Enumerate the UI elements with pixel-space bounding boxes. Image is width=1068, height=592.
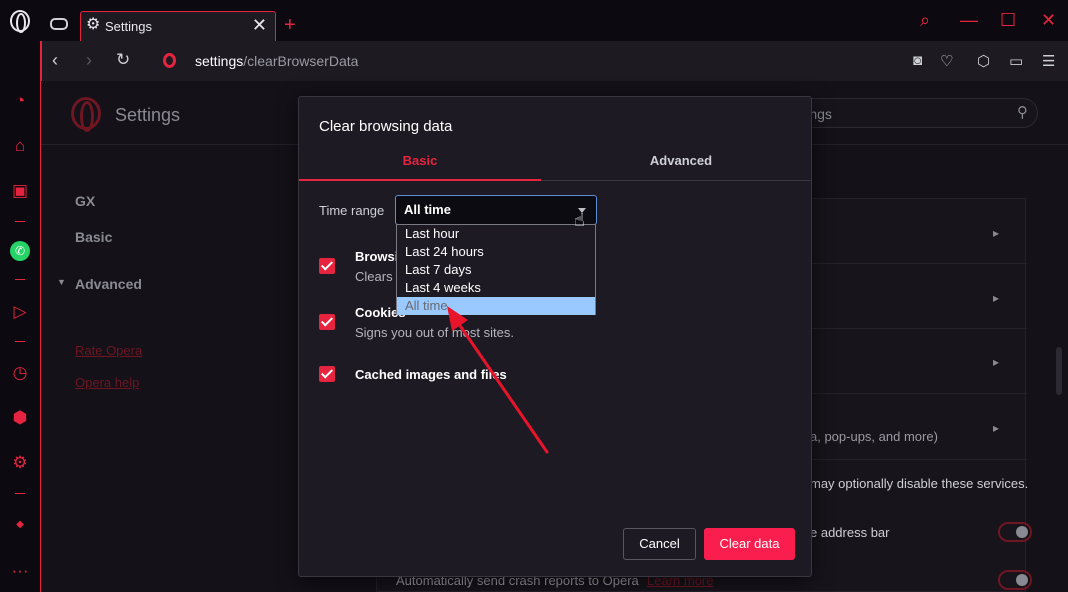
sidebar-separator (15, 279, 25, 280)
browsing-history-desc: Clears l (355, 269, 400, 284)
tab-advanced[interactable]: Advanced (551, 153, 811, 168)
clear-data-button[interactable]: Clear data (704, 528, 795, 560)
leftnav-gx[interactable]: GX (75, 193, 95, 209)
option-last-hour[interactable]: Last hour (397, 225, 595, 243)
sidebar: ◔ ⌂ ▣ ✆ ▷ ◷ ⬢ ⚙ ◆ ··· (0, 41, 41, 592)
reload-button[interactable]: ↻ (116, 51, 130, 69)
option-last-24-hours[interactable]: Last 24 hours (397, 243, 595, 261)
rate-opera-link[interactable]: Rate Opera (75, 343, 142, 358)
page-scrollbar[interactable] (1056, 347, 1062, 395)
minimize-icon[interactable]: — (960, 10, 978, 31)
title-bar: ⚙ Settings ✕ + ⌕ — ☐ ✕ (0, 0, 1068, 41)
address-bar-toggle[interactable] (998, 522, 1032, 542)
opera-site-icon (163, 53, 176, 68)
caret-down-icon: ▼ (57, 277, 66, 287)
page-title: Settings (115, 105, 181, 125)
option-last-7-days[interactable]: Last 7 days (397, 261, 595, 279)
gift-icon[interactable]: ⌂ (10, 136, 30, 156)
tab-basic[interactable]: Basic (299, 153, 541, 168)
popups-text: a, pop-ups, and more) (810, 429, 938, 444)
sidebar-separator (15, 493, 25, 494)
menu-icon[interactable]: ☰ (1042, 52, 1055, 70)
chevron-right-icon[interactable]: ▸ (993, 421, 999, 435)
chevron-right-icon[interactable]: ▸ (993, 291, 999, 305)
speed-dial-icon[interactable]: ◔ (10, 91, 30, 111)
chevron-right-icon[interactable]: ▸ (993, 355, 999, 369)
sidebar-separator (15, 341, 25, 342)
cached-images-checkbox[interactable] (319, 366, 335, 382)
cube-icon[interactable]: ⬡ (977, 52, 990, 70)
dialog-title: Clear browsing data (319, 118, 453, 135)
tab-title: Settings (105, 19, 152, 34)
services-text: may optionally disable these services. (810, 476, 1029, 491)
cached-images-title: Cached images and files (355, 367, 507, 382)
ublock-icon[interactable]: ◆ (10, 515, 30, 535)
hand-cursor-icon: ☝ (574, 210, 585, 230)
gear-icon: ⚙ (86, 16, 101, 33)
time-range-value: All time (404, 202, 451, 217)
cookies-checkbox[interactable] (319, 314, 335, 330)
whatsapp-icon[interactable]: ✆ (10, 241, 30, 261)
gamepad-icon[interactable] (50, 18, 68, 30)
url-host: settings (195, 53, 244, 69)
battery-icon[interactable]: ▭ (1009, 52, 1023, 70)
clear-browsing-data-dialog: Clear browsing data Basic Advanced Time … (298, 96, 812, 577)
url-path: /clearBrowserData (243, 53, 359, 69)
back-button[interactable]: ‹ (52, 51, 58, 69)
option-all-time[interactable]: All time (397, 297, 595, 315)
more-icon[interactable]: ··· (10, 561, 30, 581)
address-bar: ‹ › ↻ settings/clearBrowserData ◙ ♡ ⬡ ▭ … (41, 41, 1068, 81)
maximize-icon[interactable]: ☐ (1000, 10, 1016, 31)
cube-icon[interactable]: ⬢ (10, 408, 30, 428)
settings-icon[interactable]: ⚙ (10, 453, 30, 473)
time-range-label: Time range (319, 203, 385, 218)
opera-help-link[interactable]: Opera help (75, 375, 139, 390)
search-icon: ⚲ (1017, 104, 1028, 121)
heart-icon[interactable]: ♡ (940, 52, 953, 70)
player-icon[interactable]: ▷ (10, 302, 30, 322)
twitch-icon[interactable]: ▣ (10, 181, 30, 201)
search-tabs-icon[interactable]: ⌕ (920, 10, 930, 31)
new-tab-button[interactable]: + (284, 14, 296, 37)
browsing-history-checkbox[interactable] (319, 258, 335, 274)
active-tab-indicator (299, 179, 541, 181)
time-range-dropdown: Last hour Last 24 hours Last 7 days Last… (396, 224, 596, 315)
cookies-desc: Signs you out of most sites. (355, 325, 514, 340)
tab-close-icon[interactable]: ✕ (252, 15, 267, 36)
url-field[interactable]: settings/clearBrowserData (195, 53, 358, 69)
address-bar-text: e address bar (810, 525, 890, 540)
crash-reports-toggle[interactable] (998, 570, 1032, 590)
leftnav-basic[interactable]: Basic (75, 229, 112, 245)
opera-logo-icon (71, 97, 101, 132)
forward-button[interactable]: › (86, 51, 92, 69)
leftnav-advanced[interactable]: Advanced (75, 276, 142, 292)
option-last-4-weeks[interactable]: Last 4 weeks (397, 279, 595, 297)
camera-icon[interactable]: ◙ (913, 52, 922, 69)
cancel-button[interactable]: Cancel (623, 528, 696, 560)
time-range-select[interactable]: All time (395, 195, 597, 225)
chevron-right-icon[interactable]: ▸ (993, 226, 999, 240)
opera-menu-icon[interactable] (10, 10, 30, 33)
sidebar-separator (15, 221, 25, 222)
browsing-history-title: Browsi (355, 249, 399, 264)
history-icon[interactable]: ◷ (10, 363, 30, 383)
close-window-icon[interactable]: ✕ (1041, 10, 1056, 31)
tab-settings[interactable]: ⚙ Settings ✕ (80, 11, 276, 41)
